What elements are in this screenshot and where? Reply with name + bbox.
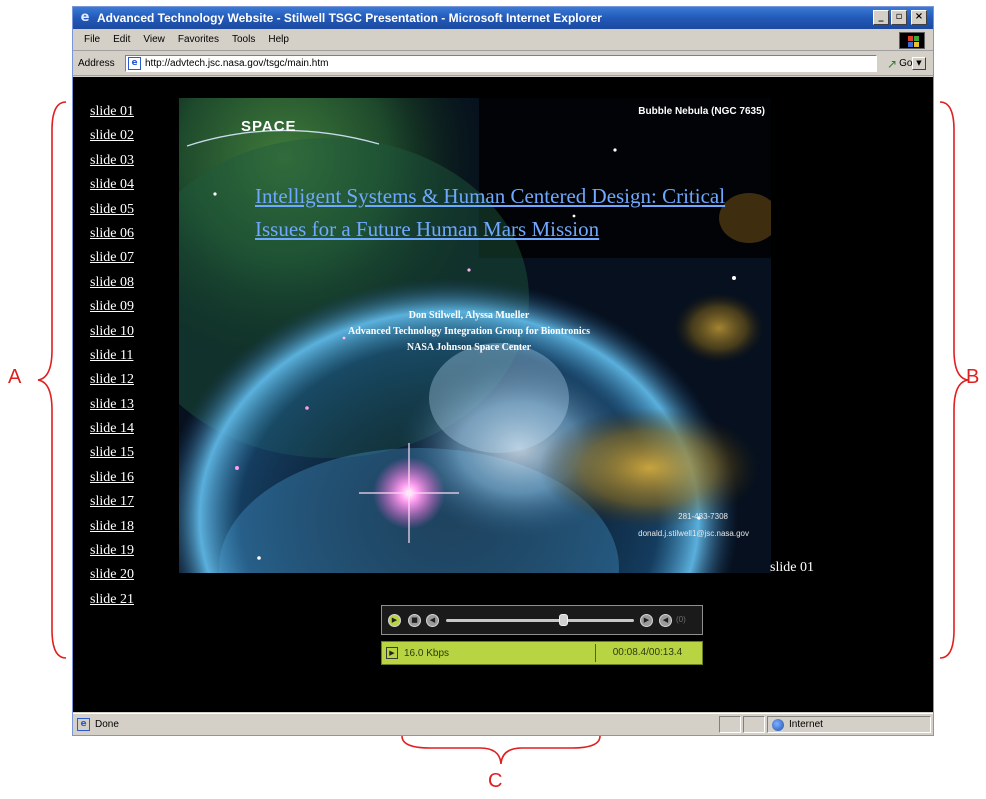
slide-nav: slide 01 slide 02 slide 03 slide 04 slid… bbox=[90, 102, 150, 614]
slide-link-19[interactable]: slide 19 bbox=[90, 541, 150, 565]
slide-link-11[interactable]: slide 11 bbox=[90, 346, 150, 370]
slide-link-01[interactable]: slide 01 bbox=[90, 102, 150, 126]
page-icon: e bbox=[128, 57, 141, 70]
maximize-button[interactable]: ▫ bbox=[891, 10, 907, 25]
slide-link-15[interactable]: slide 15 bbox=[90, 443, 150, 467]
window-title: Advanced Technology Website - Stilwell T… bbox=[97, 11, 602, 25]
windows-logo-icon bbox=[899, 32, 925, 49]
brace-a bbox=[37, 101, 67, 659]
address-url: http://advtech.jsc.nasa.gov/tsgc/main.ht… bbox=[145, 58, 329, 69]
menu-bar: File Edit View Favorites Tools Help bbox=[73, 29, 933, 51]
browser-window: e Advanced Technology Website - Stilwell… bbox=[72, 6, 934, 736]
menu-view[interactable]: View bbox=[143, 34, 165, 45]
time-readout: 00:08.4/00:13.4 bbox=[595, 644, 699, 662]
slide-link-10[interactable]: slide 10 bbox=[90, 322, 150, 346]
slide-link-14[interactable]: slide 14 bbox=[90, 419, 150, 443]
play-button[interactable]: ▶ bbox=[388, 614, 401, 627]
slide-link-18[interactable]: slide 18 bbox=[90, 517, 150, 541]
menu-tools[interactable]: Tools bbox=[232, 34, 255, 45]
minimize-button[interactable]: _ bbox=[873, 10, 889, 25]
mute-button[interactable]: ◀ bbox=[659, 614, 672, 627]
page-status-icon: e bbox=[77, 718, 90, 731]
slide-link-07[interactable]: slide 07 bbox=[90, 248, 150, 272]
nebula-label: Bubble Nebula (NGC 7635) bbox=[638, 106, 765, 117]
slide-email: donald.j.stilwell1@jsc.nasa.gov bbox=[638, 529, 749, 538]
slide-image: Bubble Nebula (NGC 7635) SPACE Intellige… bbox=[179, 98, 771, 573]
slide-link-13[interactable]: slide 13 bbox=[90, 395, 150, 419]
slide-link-21[interactable]: slide 21 bbox=[90, 590, 150, 614]
status-pane bbox=[743, 716, 765, 733]
globe-icon bbox=[772, 718, 784, 731]
slide-link-02[interactable]: slide 02 bbox=[90, 126, 150, 150]
address-bar: Address e http://advtech.jsc.nasa.gov/ts… bbox=[73, 52, 933, 76]
slide-link-06[interactable]: slide 06 bbox=[90, 224, 150, 248]
space-logo: SPACE bbox=[241, 118, 297, 135]
menu-favorites[interactable]: Favorites bbox=[178, 34, 219, 45]
slide-link-12[interactable]: slide 12 bbox=[90, 370, 150, 394]
slide-group: Advanced Technology Integration Group fo… bbox=[348, 326, 590, 337]
seek-thumb[interactable] bbox=[558, 614, 568, 626]
bitrate-label: 16.0 Kbps bbox=[404, 647, 450, 659]
title-bar: e Advanced Technology Website - Stilwell… bbox=[73, 7, 933, 29]
rewind-button[interactable]: ◀ bbox=[426, 614, 439, 627]
slide-authors: Don Stilwell, Alyssa Mueller bbox=[408, 310, 530, 321]
zone-label: Internet bbox=[789, 719, 823, 730]
slide-center: NASA Johnson Space Center bbox=[406, 342, 532, 353]
brace-c bbox=[401, 735, 601, 765]
status-pane bbox=[719, 716, 741, 733]
slide-title-link[interactable]: Intelligent Systems & Human Centered Des… bbox=[255, 180, 755, 246]
slide-link-05[interactable]: slide 05 bbox=[90, 200, 150, 224]
menu-help[interactable]: Help bbox=[268, 34, 289, 45]
slide-credits: Don Stilwell, Alyssa Mueller Advanced Te… bbox=[289, 308, 649, 356]
media-player-controls: ▶ ■ ◀ ▶ ◀ (0) bbox=[381, 605, 703, 635]
slide-contact: 281-483-7308 donald.j.stilwell1@jsc.nasa… bbox=[638, 508, 749, 542]
slide-link-09[interactable]: slide 09 bbox=[90, 297, 150, 321]
annotation-label-a: A bbox=[8, 366, 22, 388]
close-button[interactable]: × bbox=[911, 10, 927, 25]
slide-link-16[interactable]: slide 16 bbox=[90, 468, 150, 492]
stream-status-icon: ▶ bbox=[386, 647, 398, 659]
go-arrow-icon: ↗ bbox=[887, 56, 898, 71]
slide-link-17[interactable]: slide 17 bbox=[90, 492, 150, 516]
current-slide-label: slide 01 bbox=[770, 560, 814, 575]
fast-forward-button[interactable]: ▶ bbox=[640, 614, 653, 627]
go-label: Go bbox=[899, 58, 913, 69]
slide-phone: 281-483-7308 bbox=[678, 512, 728, 521]
annotation-label-c: C bbox=[488, 770, 503, 792]
seek-bar[interactable] bbox=[446, 614, 634, 626]
slide-link-08[interactable]: slide 08 bbox=[90, 273, 150, 297]
security-zone: Internet bbox=[767, 716, 931, 733]
address-dropdown-button[interactable]: ▼ bbox=[912, 57, 926, 70]
volume-label: (0) bbox=[676, 615, 686, 624]
address-input[interactable]: e http://advtech.jsc.nasa.gov/tsgc/main.… bbox=[125, 55, 926, 72]
stop-button[interactable]: ■ bbox=[408, 614, 421, 627]
page-content: slide 01 slide 02 slide 03 slide 04 slid… bbox=[73, 77, 933, 712]
go-button[interactable]: ↗ Go bbox=[887, 55, 912, 72]
slide-link-04[interactable]: slide 04 bbox=[90, 175, 150, 199]
address-label: Address bbox=[78, 58, 115, 69]
slide-link-20[interactable]: slide 20 bbox=[90, 565, 150, 589]
slide-link-03[interactable]: slide 03 bbox=[90, 151, 150, 175]
ie-logo-icon: e bbox=[80, 10, 90, 25]
media-player-status: ▶ 16.0 Kbps 00:08.4/00:13.4 bbox=[381, 641, 703, 665]
annotation-label-b: B bbox=[966, 366, 980, 388]
stage: e Advanced Technology Website - Stilwell… bbox=[0, 0, 986, 799]
status-text: Done bbox=[95, 719, 119, 730]
menu-edit[interactable]: Edit bbox=[113, 34, 130, 45]
menu-file[interactable]: File bbox=[84, 34, 100, 45]
